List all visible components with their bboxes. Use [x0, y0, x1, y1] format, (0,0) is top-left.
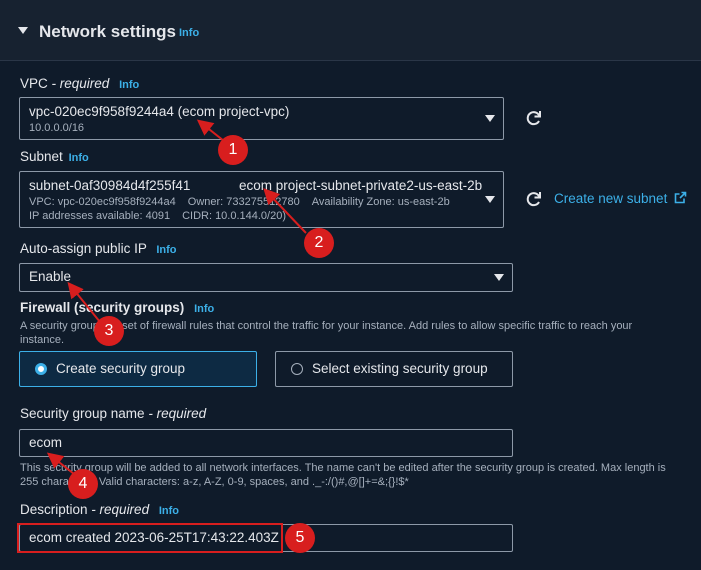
vpc-info-link[interactable]: Info	[119, 79, 139, 91]
auto-assign-label: Auto-assign public IP Info	[20, 241, 177, 256]
vpc-select[interactable]: vpc-020ec9f958f9244a4 (ecom project-vpc)…	[19, 97, 504, 140]
auto-assign-value: Enable	[29, 269, 72, 284]
chevron-down-icon	[494, 274, 504, 281]
section-header[interactable]: Network settings Info	[0, 0, 701, 61]
sg-name-value: ecom	[29, 435, 63, 450]
collapse-caret-icon[interactable]	[18, 27, 28, 34]
subnet-select[interactable]: subnet-0af30984d4f255f41 ecom project-su…	[19, 171, 504, 228]
firewall-label: Firewall (security groups) Info	[20, 300, 215, 315]
annotation-badge-5: 5	[285, 523, 315, 553]
sg-name-required: - required	[148, 406, 207, 421]
subnet-label: Subnet Info	[20, 149, 89, 164]
auto-assign-info-link[interactable]: Info	[156, 244, 176, 256]
vpc-refresh-icon[interactable]	[524, 108, 544, 128]
annotation-badge-4: 4	[68, 469, 98, 499]
auto-assign-select[interactable]: Enable	[19, 263, 513, 292]
description-info-link[interactable]: Info	[159, 505, 179, 517]
vpc-value: vpc-020ec9f958f9244a4 (ecom project-vpc)	[29, 104, 290, 119]
radio-unselected-icon[interactable]	[291, 363, 303, 375]
subnet-refresh-icon[interactable]	[524, 189, 544, 209]
description-highlight-box	[17, 523, 283, 553]
subnet-info-link[interactable]: Info	[69, 152, 89, 164]
subnet-details-line1: VPC: vpc-020ec9f958f9244a4 Owner: 7332755…	[29, 196, 450, 208]
annotation-badge-3: 3	[94, 316, 124, 346]
create-security-group-option[interactable]: Create security group	[19, 351, 257, 387]
subnet-id: subnet-0af30984d4f255f41	[29, 178, 191, 193]
radio-selected-icon[interactable]	[35, 363, 47, 375]
section-title: Network settings	[39, 22, 176, 41]
vpc-label: VPC - required Info	[20, 76, 140, 91]
chevron-down-icon	[485, 196, 495, 203]
annotation-badge-2: 2	[304, 228, 334, 258]
select-existing-security-group-option[interactable]: Select existing security group	[275, 351, 513, 387]
sg-name-input[interactable]: ecom	[19, 429, 513, 457]
chevron-down-icon	[485, 115, 495, 122]
subnet-name: ecom project-subnet-private2-us-east-2b	[239, 178, 483, 193]
sg-name-help-text: This security group will be added to all…	[20, 462, 666, 488]
external-link-icon	[674, 191, 687, 204]
description-required: - required	[91, 502, 150, 517]
annotation-badge-1: 1	[218, 135, 248, 165]
sg-name-label: Security group name - required	[20, 406, 207, 421]
subnet-details-line2: IP addresses available: 4091 CIDR: 10.0.1…	[29, 210, 287, 222]
section-info-link[interactable]: Info	[179, 27, 199, 39]
vpc-required: - required	[51, 76, 110, 91]
vpc-cidr: 10.0.0.0/16	[29, 122, 85, 134]
create-new-subnet-link[interactable]: Create new subnet	[554, 191, 687, 206]
firewall-info-link[interactable]: Info	[194, 303, 214, 315]
description-label: Description - required Info	[20, 502, 180, 517]
